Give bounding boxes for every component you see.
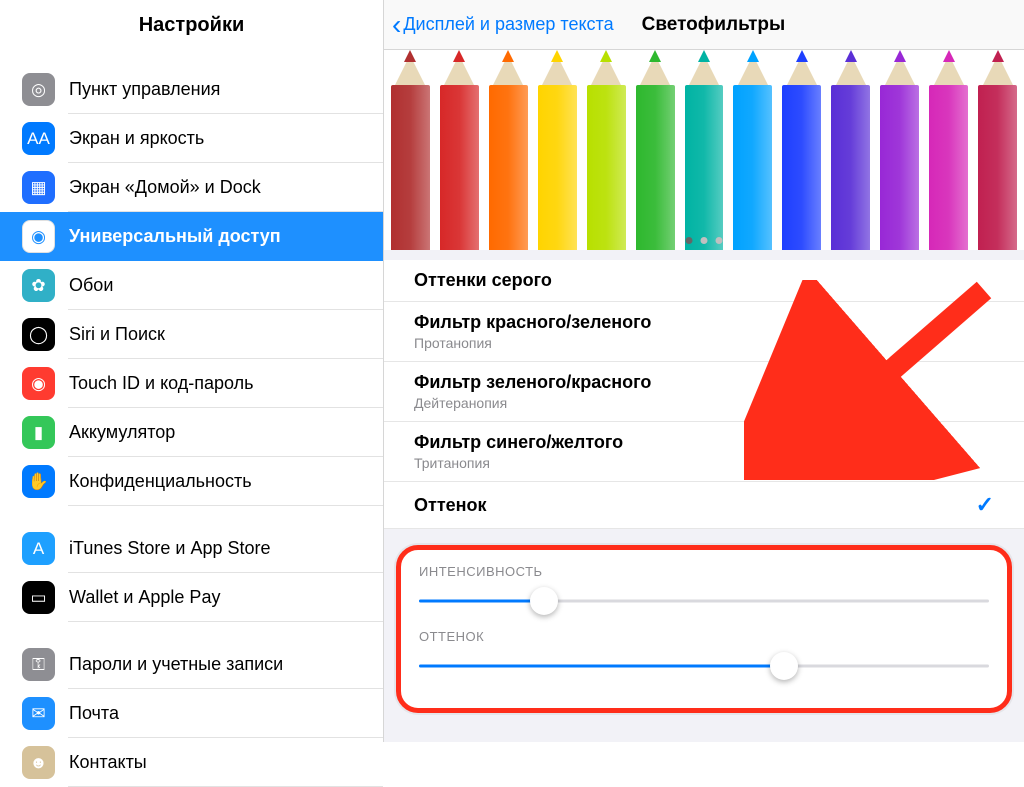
sidebar-item-label: Siri и Поиск: [69, 324, 165, 345]
slider-fill: [419, 665, 784, 668]
settings-sidebar: Настройки ◎ Пункт управления AA Экран и ярк…: [0, 0, 384, 742]
sidebar-item-label: Обои: [69, 275, 113, 296]
sidebar-item-label: Экран «Домой» и Dock: [69, 177, 261, 198]
main-pane: ‹ Дисплей и размер текста Светофильтры О…: [384, 0, 1024, 742]
sidebar-item-label: iTunes Store и App Store: [69, 538, 271, 559]
chevron-left-icon: ‹: [392, 11, 401, 39]
filter-subtitle: Протанопия: [414, 335, 651, 351]
pencil-icon: [972, 50, 1023, 250]
sidebar-list: ◎ Пункт управления AA Экран и яркость ▦ Экран…: [0, 47, 383, 787]
sidebar-item-accessibility[interactable]: ◉ Универсальный доступ: [0, 212, 383, 261]
sidebar-title: Настройки: [0, 0, 383, 47]
back-button[interactable]: ‹ Дисплей и размер текста: [384, 11, 622, 39]
page-dot: [701, 237, 708, 244]
sidebar-item-wallet[interactable]: ▭ Wallet и Apple Pay: [0, 573, 383, 622]
page-indicator: [686, 237, 723, 244]
filter-title: Фильтр красного/зеленого: [414, 312, 651, 333]
pencil-icon: [532, 50, 583, 250]
filter-option[interactable]: Фильтр синего/желтого Тританопия: [384, 422, 1024, 482]
mail-icon: ✉: [22, 697, 55, 730]
sidebar-item-display[interactable]: AA Экран и яркость: [0, 114, 383, 163]
pencil-icon: [581, 50, 632, 250]
sidebar-item-label: Почта: [69, 703, 119, 724]
slider-thumb[interactable]: [530, 587, 558, 615]
sidebar-item-touchid[interactable]: ◉ Touch ID и код-пароль: [0, 359, 383, 408]
slider-fill: [419, 600, 544, 603]
pencil-icon: [630, 50, 681, 250]
pencil-icon: [825, 50, 876, 250]
wallpaper-icon: ✿: [22, 269, 55, 302]
sidebar-item-contacts[interactable]: ☻ Контакты: [0, 738, 383, 787]
control-center-icon: ◎: [22, 73, 55, 106]
intensity-slider[interactable]: [419, 587, 989, 615]
hue-label: ОТТЕНОК: [419, 629, 989, 644]
sidebar-item-label: Touch ID и код-пароль: [69, 373, 254, 394]
hue-slider[interactable]: [419, 652, 989, 680]
sidebar-item-label: Универсальный доступ: [69, 226, 281, 247]
page-title: Светофильтры: [642, 14, 786, 36]
sidebar-item-label: Wallet и Apple Pay: [69, 587, 220, 608]
filter-option[interactable]: Оттенки серого: [384, 260, 1024, 302]
sidebar-item-siri[interactable]: ◯ Siri и Поиск: [0, 310, 383, 359]
sidebar-item-appstore[interactable]: AiTunes Store и App Store: [0, 524, 383, 573]
sidebar-item-key[interactable]: ⚿ Пароли и учетные записи: [0, 640, 383, 689]
pencil-icon: [483, 50, 534, 250]
sidebar-item-label: Пункт управления: [69, 79, 220, 100]
accessibility-icon: ◉: [22, 220, 55, 253]
filter-title: Оттенки серого: [414, 270, 552, 291]
battery-icon: ▮: [22, 416, 55, 449]
privacy-icon: ✋: [22, 465, 55, 498]
slider-thumb[interactable]: [770, 652, 798, 680]
sidebar-item-label: Конфиденциальность: [69, 471, 252, 492]
filter-option[interactable]: Фильтр зеленого/красного Дейтеранопия: [384, 362, 1024, 422]
filter-option[interactable]: Фильтр красного/зеленого Протанопия: [384, 302, 1024, 362]
sidebar-item-battery[interactable]: ▮ Аккумулятор: [0, 408, 383, 457]
pencils-preview[interactable]: [384, 50, 1024, 250]
pencil-icon: [727, 50, 778, 250]
key-icon: ⚿: [22, 648, 55, 681]
appstore-icon: A: [22, 532, 55, 565]
pencil-icon: [434, 50, 485, 250]
filter-subtitle: Дейтеранопия: [414, 395, 651, 411]
filter-title: Оттенок: [414, 495, 487, 516]
back-label: Дисплей и размер текста: [403, 14, 613, 35]
pencil-icon: [923, 50, 974, 250]
touchid-icon: ◉: [22, 367, 55, 400]
main-header: ‹ Дисплей и размер текста Светофильтры: [384, 0, 1024, 50]
sidebar-item-label: Контакты: [69, 752, 147, 773]
home-dock-icon: ▦: [22, 171, 55, 204]
wallet-icon: ▭: [22, 581, 55, 614]
sidebar-item-privacy[interactable]: ✋ Конфиденциальность: [0, 457, 383, 506]
pencil-icon: [776, 50, 827, 250]
filter-title: Фильтр синего/желтого: [414, 432, 623, 453]
slider-section-highlight: ИНТЕНСИВНОСТЬ ОТТЕНОК: [396, 545, 1012, 713]
page-dot: [686, 237, 693, 244]
sidebar-item-label: Пароли и учетные записи: [69, 654, 283, 675]
sidebar-item-label: Экран и яркость: [69, 128, 204, 149]
filter-list: Оттенки серого Фильтр красного/зеленого Пр…: [384, 260, 1024, 529]
pencil-icon: [679, 50, 730, 250]
sidebar-item-mail[interactable]: ✉ Почта: [0, 689, 383, 738]
filter-title: Фильтр зеленого/красного: [414, 372, 651, 393]
sidebar-item-label: Аккумулятор: [69, 422, 175, 443]
sidebar-item-wallpaper[interactable]: ✿ Обои: [0, 261, 383, 310]
checkmark-icon: ✓: [976, 492, 994, 518]
filter-option[interactable]: Оттенок ✓: [384, 482, 1024, 529]
pencil-icon: [385, 50, 436, 250]
page-dot: [716, 237, 723, 244]
sidebar-item-home-dock[interactable]: ▦ Экран «Домой» и Dock: [0, 163, 383, 212]
intensity-label: ИНТЕНСИВНОСТЬ: [419, 564, 989, 579]
contacts-icon: ☻: [22, 746, 55, 779]
pencil-icon: [874, 50, 925, 250]
sidebar-item-control-center[interactable]: ◎ Пункт управления: [0, 65, 383, 114]
siri-icon: ◯: [22, 318, 55, 351]
display-icon: AA: [22, 122, 55, 155]
filter-subtitle: Тританопия: [414, 455, 623, 471]
